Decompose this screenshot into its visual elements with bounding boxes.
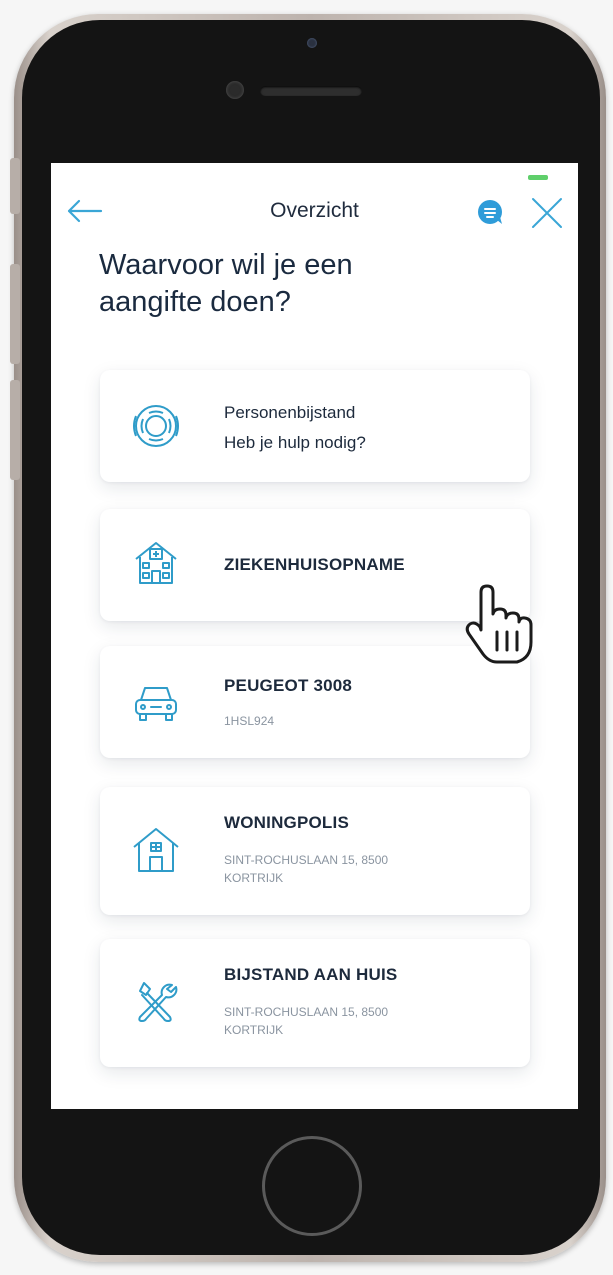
tools-icon [138, 982, 178, 1022]
card-woningpolis-title: WONINGPOLIS [224, 813, 349, 832]
hand-cursor-icon [465, 584, 533, 664]
chat-icon[interactable] [475, 197, 505, 227]
close-icon[interactable] [527, 193, 567, 233]
battery-indicator [528, 175, 548, 180]
house-icon [133, 828, 179, 872]
home-button[interactable] [262, 1136, 362, 1236]
hospital-icon [135, 542, 177, 584]
volume-down-button [10, 380, 20, 480]
earpiece-speaker [260, 86, 362, 96]
card-woningpolis[interactable]: WONINGPOLIS SINT-ROCHUSLAAN 15, 8500 KOR… [100, 787, 530, 915]
card-personenbijstand-subtitle: Heb je hulp nodig? [224, 433, 366, 452]
nav-bar: Overzicht [51, 185, 578, 237]
card-bijstand-aan-huis-address-line-1: SINT-ROCHUSLAAN 15, 8500 [224, 1005, 389, 1019]
page-title: Waarvoor wil je een aangifte doen? [99, 247, 499, 321]
page-title-line-1: Waarvoor wil je een [99, 249, 353, 281]
card-ziekenhuisopname-title: ZIEKENHUISOPNAME [224, 555, 405, 574]
volume-up-button [10, 264, 20, 364]
card-bijstand-aan-huis-title: BIJSTAND AAN HUIS [224, 965, 398, 984]
page-title-line-2: aangifte doen? [99, 286, 291, 318]
stage: Overzicht Waarvoor wil je een aangifte d… [0, 0, 613, 1275]
proximity-sensor [226, 81, 244, 99]
card-personenbijstand-title: Personenbijstand [224, 403, 356, 422]
mute-switch [10, 158, 20, 214]
card-woningpolis-address-line-2: KORTRIJK [224, 871, 284, 885]
card-woningpolis-address-line-1: SINT-ROCHUSLAAN 15, 8500 [224, 853, 389, 867]
lifebuoy-icon [133, 405, 179, 447]
front-camera [307, 38, 317, 48]
card-peugeot-3008-title: PEUGEOT 3008 [224, 676, 353, 695]
card-peugeot-3008-plate: 1HSL924 [224, 714, 275, 728]
card-personenbijstand[interactable]: Personenbijstand Heb je hulp nodig? [100, 370, 530, 482]
app-screen: Overzicht Waarvoor wil je een aangifte d… [51, 163, 578, 1109]
card-bijstand-aan-huis[interactable]: BIJSTAND AAN HUIS SINT-ROCHUSLAAN 15, 85… [100, 939, 530, 1067]
car-icon [135, 687, 177, 721]
card-bijstand-aan-huis-address-line-2: KORTRIJK [224, 1023, 284, 1037]
